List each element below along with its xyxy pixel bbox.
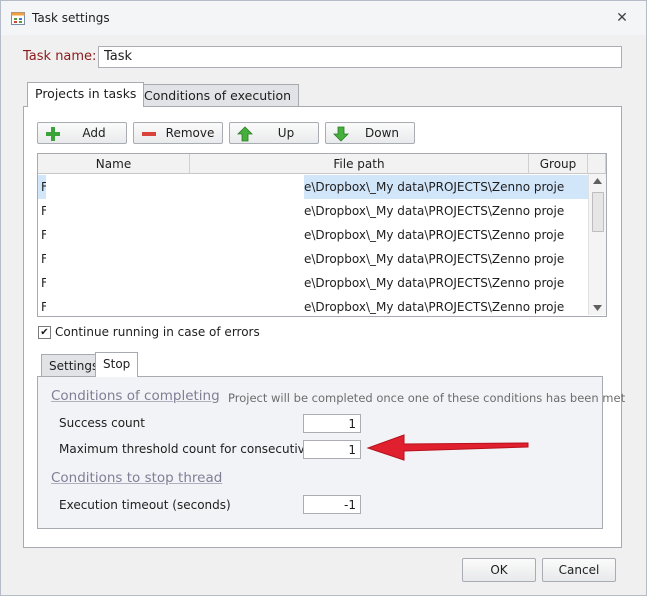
- row-file-path: e\Dropbox\_My data\PROJECTS\Zenno projec…: [304, 204, 564, 218]
- task-name-label: Task name:: [23, 49, 97, 64]
- checkbox-check-icon: ✔: [40, 327, 49, 338]
- conditions-completing-hint: Project will be completed once one of th…: [228, 391, 626, 405]
- success-count-input[interactable]: 1: [303, 414, 361, 433]
- remove-button[interactable]: Remove: [133, 122, 223, 144]
- table-row[interactable]: F e\Dropbox\_My data\PROJECTS\Zenno proj…: [38, 175, 588, 199]
- execution-timeout-label: Execution timeout (seconds): [59, 498, 231, 512]
- remove-label: Remove: [165, 126, 215, 140]
- table-row[interactable]: F e\Dropbox\_My data\PROJECTS\Zenno proj…: [38, 247, 588, 271]
- table-row[interactable]: F e\Dropbox\_My data\PROJECTS\Zenno proj…: [38, 223, 588, 247]
- add-label: Add: [82, 126, 106, 140]
- execution-timeout-input[interactable]: -1: [303, 495, 361, 514]
- window-title: Task settings: [32, 11, 110, 25]
- task-settings-dialog: Task settings ✕ Task name: Task Projects…: [0, 0, 647, 596]
- redaction-box: [46, 295, 304, 307]
- ok-button[interactable]: OK: [462, 558, 536, 582]
- row-file-path: e\Dropbox\_My data\PROJECTS\Zenno projec…: [304, 180, 564, 194]
- table-vertical-scrollbar[interactable]: [588, 174, 606, 315]
- task-settings-icon: [11, 12, 25, 25]
- up-label: Up: [277, 126, 295, 140]
- redaction-box: [46, 199, 304, 223]
- redaction-box: [46, 175, 304, 199]
- success-count-label: Success count: [59, 416, 145, 430]
- scroll-down-icon[interactable]: [593, 305, 602, 311]
- down-button[interactable]: Down: [325, 122, 415, 144]
- projects-table: Name File path Group F e\Dropbox\_My dat…: [37, 153, 607, 317]
- scroll-up-icon[interactable]: [593, 178, 602, 184]
- tab-projects-in-tasks[interactable]: Projects in tasks: [27, 82, 145, 107]
- title-bar: Task settings ✕: [1, 1, 646, 35]
- tab-conditions-of-execution[interactable]: Conditions of execution: [136, 84, 300, 106]
- add-button[interactable]: Add: [37, 122, 127, 144]
- column-header-spacer: [588, 154, 606, 174]
- column-header-file-path[interactable]: File path: [190, 154, 529, 174]
- row-file-path: e\Dropbox\_My data\PROJECTS\Zenno projec…: [304, 228, 564, 242]
- remove-icon: [142, 132, 156, 136]
- close-icon[interactable]: ✕: [611, 8, 633, 28]
- up-button[interactable]: Up: [229, 122, 319, 144]
- conditions-stop-thread-title: Conditions to stop thread: [51, 470, 223, 486]
- cancel-button[interactable]: Cancel: [542, 558, 616, 582]
- down-label: Down: [364, 126, 399, 140]
- redaction-box: [46, 271, 304, 295]
- scroll-thumb[interactable]: [592, 192, 604, 232]
- failure-threshold-input[interactable]: 1: [303, 440, 361, 459]
- task-name-input[interactable]: Task: [98, 46, 622, 68]
- table-row[interactable]: F e\Dropbox\_My data\PROJECTS\Zenno proj…: [38, 271, 588, 295]
- continue-on-errors-label[interactable]: Continue running in case of errors: [55, 325, 260, 339]
- continue-on-errors-checkbox[interactable]: ✔: [38, 326, 51, 339]
- conditions-completing-title: Conditions of completing: [51, 388, 220, 404]
- redaction-box: [46, 247, 304, 271]
- subtab-stop[interactable]: Stop: [95, 352, 139, 377]
- add-icon: [46, 127, 60, 141]
- row-file-path: e\Dropbox\_My data\PROJECTS\Zenno projec…: [304, 252, 564, 266]
- annotation-arrow: [366, 434, 529, 461]
- table-row[interactable]: F e\Dropbox\_My data\PROJECTS\Zenno proj…: [38, 199, 588, 223]
- row-file-path: e\Dropbox\_My data\PROJECTS\Zenno projec…: [304, 276, 564, 290]
- column-header-group[interactable]: Group: [529, 154, 588, 174]
- redaction-box: [46, 223, 304, 247]
- column-header-name[interactable]: Name: [38, 154, 190, 174]
- row-file-path: e\Dropbox\_My data\PROJECTS\Zenno projec…: [304, 300, 564, 314]
- down-arrow-icon: [333, 126, 349, 142]
- table-row[interactable]: F e\Dropbox\_My data\PROJECTS\Zenno proj…: [38, 295, 588, 316]
- up-arrow-icon: [237, 126, 253, 142]
